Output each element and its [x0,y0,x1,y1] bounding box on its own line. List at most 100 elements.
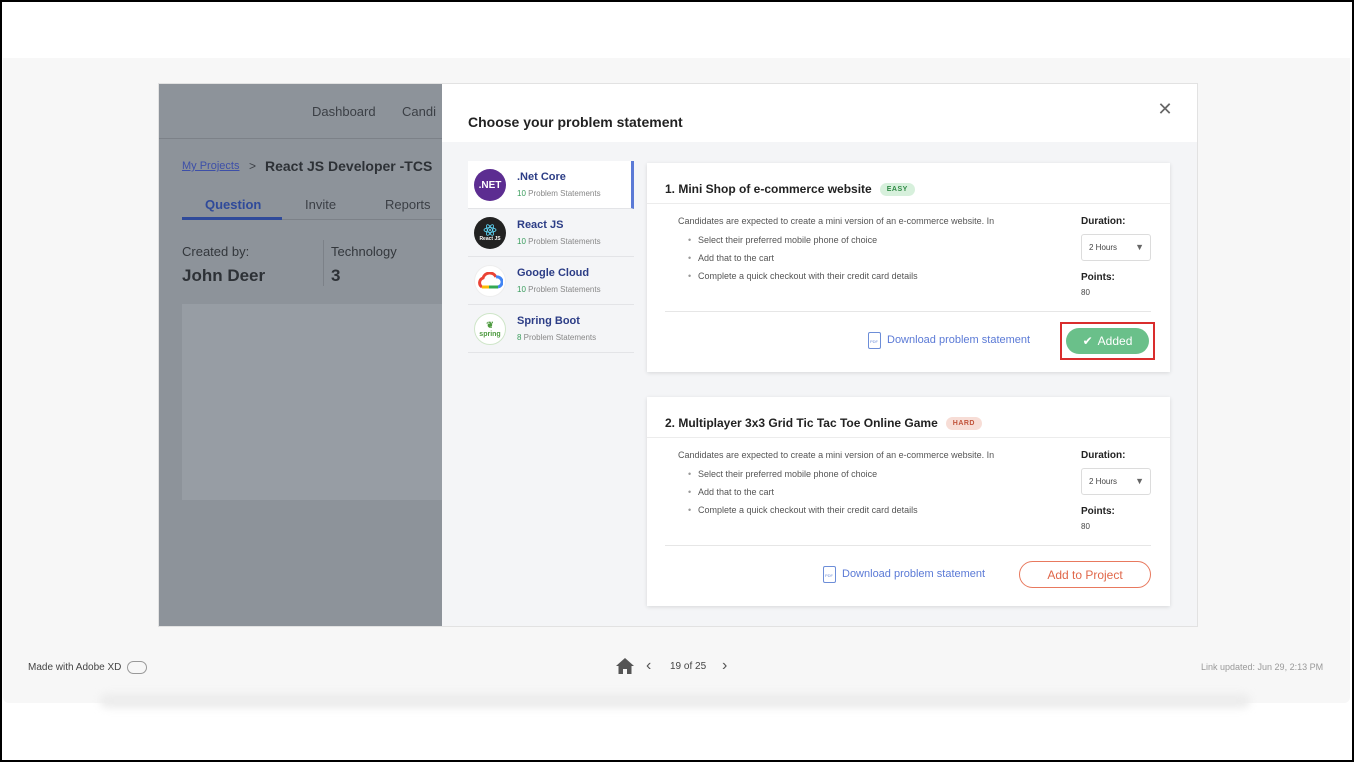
add-to-project-button[interactable]: Add to Project [1019,561,1151,588]
document-icon [823,565,836,583]
tech-name: React JS [517,219,564,231]
download-label: Download problem statement [887,334,1031,346]
artboard: Dashboard Candi My Projects > React JS D… [158,83,1198,627]
download-label: Download problem statement [842,568,986,580]
creative-cloud-icon [127,661,148,674]
stat-divider [323,240,324,286]
background-content-panel [182,304,442,500]
active-tab-indicator [182,217,282,220]
problem-title: 1. Mini Shop of e-commerce website [665,182,872,196]
tech-count-number: 10 [517,285,526,294]
list-item: Select their preferred mobile phone of c… [688,235,918,253]
chevron-down-icon: ▼ [1135,476,1144,486]
link-updated-text: Link updated: Jun 29, 2:13 PM [1201,662,1324,672]
difficulty-badge: HARD [945,416,982,430]
duration-label: Duration: [1081,216,1126,227]
points-value: 80 [1081,522,1090,531]
dotnet-logo-icon: .NET [474,169,506,201]
react-atom-icon [483,224,497,236]
points-value: 80 [1081,288,1090,297]
chevron-down-icon: ▼ [1135,242,1144,252]
list-item: Select their preferred mobile phone of c… [688,469,918,487]
spring-logo-text: spring [479,331,501,338]
document-icon [868,331,881,349]
tab-reports[interactable]: Reports [385,197,431,212]
page-indicator: 19 of 25 [670,661,707,672]
card-footer-divider [665,545,1151,546]
spring-boot-logo-icon: ❦ spring [474,313,506,345]
problem-description: Candidates are expected to create a mini… [678,450,995,460]
tech-count: 10 Problem Statements [517,285,601,294]
problem-title-row: 2. Multiplayer 3x3 Grid Tic Tac Toe Onli… [665,413,982,433]
technology-label: Technology [331,244,397,259]
tech-count: 10 Problem Statements [517,189,601,198]
nav-dashboard[interactable]: Dashboard [312,104,376,119]
react-logo-icon: React JS [474,217,506,249]
added-button[interactable]: ✔ Added [1066,328,1149,354]
card-footer-divider [665,311,1151,312]
tech-count-suffix: Problem Statements [521,333,597,342]
problem-requirements: Select their preferred mobile phone of c… [688,235,918,289]
points-label: Points: [1081,506,1115,517]
previous-page-icon[interactable]: ‹ [646,657,651,675]
difficulty-badge: EASY [879,182,915,196]
tech-item-spring-boot[interactable]: ❦ spring Spring Boot 8 Problem Statement… [468,305,634,353]
project-title: React JS Developer -TCS [265,158,433,174]
problem-title: 2. Multiplayer 3x3 Grid Tic Tac Toe Onli… [665,416,938,430]
nav-candidates[interactable]: Candi [402,104,436,119]
created-by-value: John Deer [182,266,266,285]
google-cloud-icon [474,265,506,297]
spring-leaf-icon: ❦ [486,320,494,330]
tech-count: 8 Problem Statements [517,333,596,342]
tech-count-suffix: Problem Statements [525,237,601,246]
home-icon[interactable] [615,657,635,675]
problem-title-row: 1. Mini Shop of e-commerce website EASY [665,179,915,199]
duration-select[interactable]: 2 Hours ▼ [1081,468,1151,495]
background-header [159,84,442,139]
made-with-adobe-xd: Made with Adobe XD [28,661,148,674]
duration-value: 2 Hours [1089,243,1118,252]
breadcrumb-my-projects[interactable]: My Projects [182,160,239,172]
modal-header: Choose your problem statement ✕ [442,84,1197,142]
tech-name: .Net Core [517,171,566,183]
react-logo-text: React JS [479,236,501,242]
tech-item-google-cloud[interactable]: Google Cloud 10 Problem Statements [468,257,634,305]
points-label: Points: [1081,272,1115,283]
project-tabs: Question Invite Reports [182,190,442,220]
tech-name: Spring Boot [517,315,580,327]
problem-description: Candidates are expected to create a mini… [678,216,995,226]
checkmark-icon: ✔ [1082,334,1093,348]
close-icon[interactable]: ✕ [1155,98,1175,120]
list-item: Add that to the cart [688,253,918,271]
tab-question[interactable]: Question [205,197,261,212]
background-page-overlay: Dashboard Candi My Projects > React JS D… [159,84,442,626]
highlight-box: ✔ Added [1060,322,1155,360]
viewer-shadow [100,694,1250,708]
duration-select[interactable]: 2 Hours ▼ [1081,234,1151,261]
problem-card: 2. Multiplayer 3x3 Grid Tic Tac Toe Onli… [647,397,1170,606]
tech-item-net-core[interactable]: .NET .Net Core 10 Problem Statements [468,161,634,209]
modal-title: Choose your problem statement [468,114,683,130]
list-item: Complete a quick checkout with their cre… [688,505,918,523]
technology-list: .NET .Net Core 10 Problem Statements Rea… [468,161,634,353]
download-problem-statement-link[interactable]: Download problem statement [868,330,1030,350]
made-with-label: Made with Adobe XD [28,662,122,673]
problem-requirements: Select their preferred mobile phone of c… [688,469,918,523]
duration-label: Duration: [1081,450,1126,461]
tech-name: Google Cloud [517,267,590,279]
next-page-icon[interactable]: › [722,657,727,675]
created-by-label: Created by: [182,244,250,259]
breadcrumb-separator: > [249,159,257,173]
tech-count-number: 10 [517,237,526,246]
download-problem-statement-link[interactable]: Download problem statement [823,564,985,584]
tab-invite[interactable]: Invite [305,197,336,212]
list-item: Add that to the cart [688,487,918,505]
tech-item-react-js[interactable]: React JS React JS 10 Problem Statements [468,209,634,257]
technology-value: 3 [331,266,341,285]
added-label: Added [1097,334,1133,348]
list-item: Complete a quick checkout with their cre… [688,271,918,289]
card-divider [647,437,1170,438]
problem-card: 1. Mini Shop of e-commerce website EASY … [647,163,1170,372]
card-divider [647,203,1170,204]
google-cloud-shape-icon [478,272,503,289]
